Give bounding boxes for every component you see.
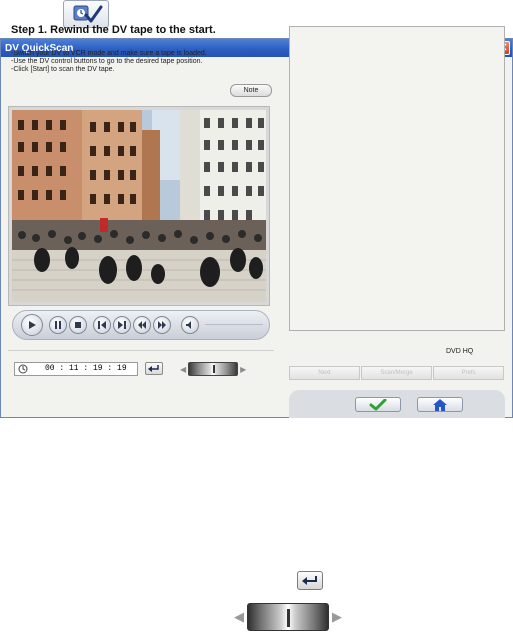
shuttle-left-icon: ◀ — [180, 364, 187, 374]
shuttle-knob[interactable] — [188, 362, 239, 376]
video-preview — [12, 110, 266, 302]
fast-forward-icon — [158, 321, 166, 329]
action-area — [289, 390, 505, 418]
play-icon — [29, 321, 36, 329]
timecode-value: 00 : 11 : 19 : 19 — [45, 364, 127, 373]
stop-button[interactable] — [69, 316, 87, 334]
shuttle-left-icon: ◀ — [234, 609, 244, 624]
volume-button[interactable] — [181, 316, 199, 334]
video-preview-frame — [8, 106, 270, 306]
instruction-line: -Use the DV control buttons to go to the… — [11, 58, 203, 65]
pause-icon — [55, 321, 61, 329]
rewind-button[interactable] — [133, 316, 151, 334]
go-to-timecode-button-detail[interactable] — [297, 571, 323, 590]
video-frame-image — [12, 110, 266, 302]
shuttle-right-icon: ▶ — [240, 364, 247, 374]
step-title: Step 1. Rewind the DV tape to the start. — [11, 24, 216, 36]
fast-forward-button[interactable] — [153, 316, 171, 334]
stop-icon — [75, 322, 81, 328]
enter-icon — [148, 364, 159, 372]
jog-shuttle-detail[interactable]: ◀ ▶ — [231, 602, 345, 632]
pause-button[interactable] — [49, 316, 67, 334]
dv-control-bar — [12, 310, 270, 340]
scene-list-panel[interactable] — [289, 26, 505, 331]
disabled-button-row: Next Scan/Merge Prefs — [289, 366, 505, 380]
shuttle-knob-detail[interactable] — [247, 603, 329, 631]
disabled-button[interactable]: Prefs — [433, 366, 504, 380]
disabled-button[interactable]: Scan/Merge — [361, 366, 432, 380]
shuttle-right-icon: ▶ — [332, 609, 342, 624]
home-button[interactable] — [417, 397, 463, 412]
checkmark-icon — [369, 398, 387, 410]
volume-icon — [186, 321, 191, 329]
timecode-field[interactable]: 00 : 11 : 19 : 19 — [14, 362, 138, 376]
next-frame-icon — [118, 321, 126, 329]
format-label: DVD HQ — [446, 348, 474, 355]
instruction-line: -Switch your DV to VCR mode and make sur… — [11, 50, 207, 57]
timecode-bar: 00 : 11 : 19 : 19 ◀ ▶ — [8, 350, 274, 376]
enter-icon — [302, 575, 317, 585]
play-button[interactable] — [21, 314, 43, 336]
instructions: -Switch your DV to VCR mode and make sur… — [11, 50, 271, 74]
rewind-icon — [138, 321, 146, 329]
ok-button[interactable] — [355, 397, 401, 412]
clock-icon — [18, 364, 28, 379]
prev-frame-icon — [98, 321, 106, 329]
prev-frame-button[interactable] — [93, 316, 111, 334]
next-frame-button[interactable] — [113, 316, 131, 334]
instruction-line: -Click [Start] to scan the DV tape. — [11, 66, 115, 73]
disabled-button[interactable]: Next — [289, 366, 360, 380]
home-icon — [433, 398, 447, 411]
go-to-timecode-button[interactable] — [145, 362, 163, 375]
note-button[interactable]: Note — [230, 84, 272, 97]
jog-shuttle[interactable]: ◀ ▶ — [178, 362, 248, 376]
volume-slider[interactable] — [205, 324, 263, 327]
